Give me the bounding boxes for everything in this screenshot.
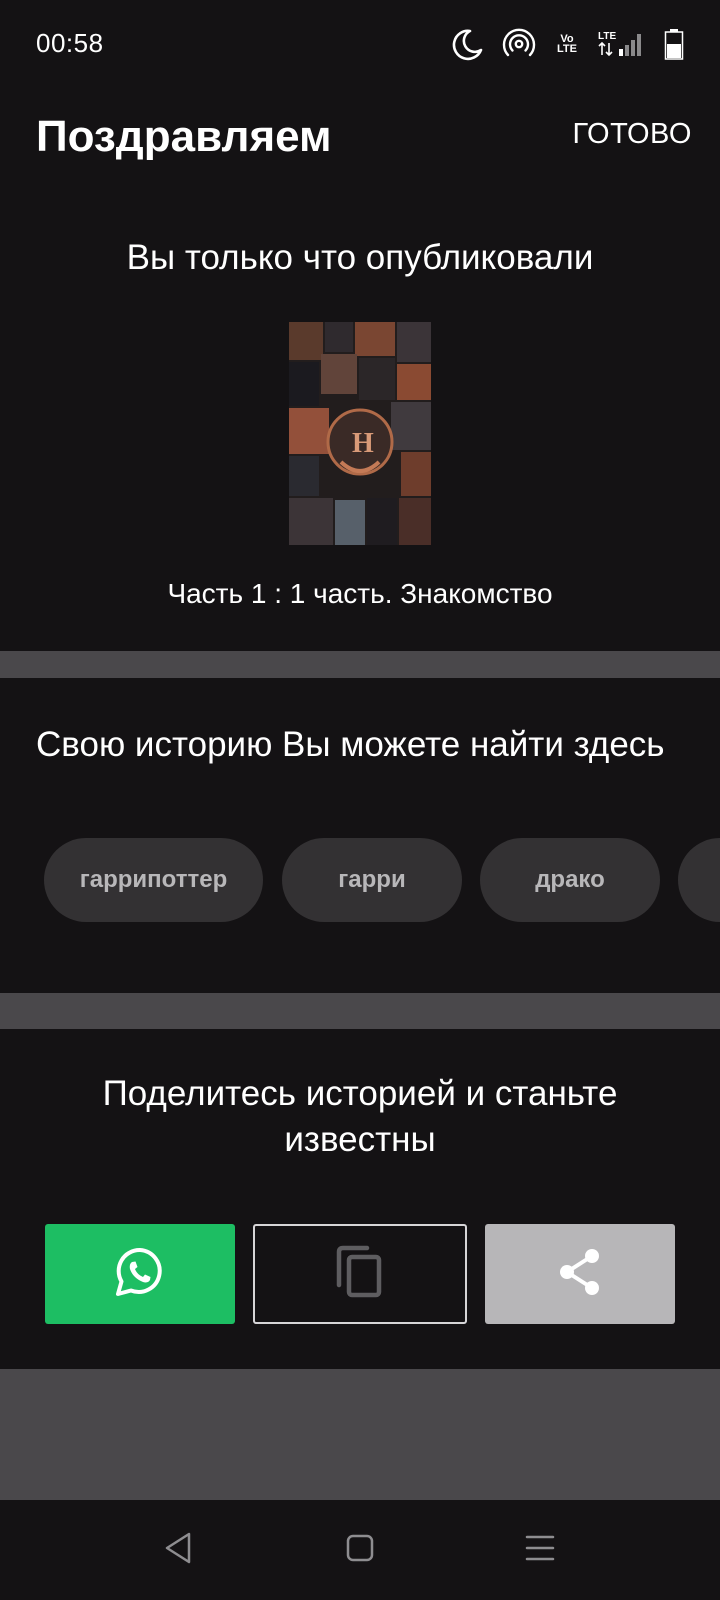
- back-icon: [163, 1531, 193, 1570]
- find-heading: Свою историю Вы можете найти здесь: [36, 725, 665, 764]
- svg-text:H: H: [352, 428, 374, 459]
- volte-icon: Vo LTE: [557, 33, 577, 55]
- story-cover-image[interactable]: H: [289, 322, 431, 545]
- cover-collage: H: [289, 322, 431, 545]
- section-divider: [0, 993, 720, 1029]
- bottom-area: [0, 1369, 720, 1500]
- done-button[interactable]: ГОТОВО: [572, 118, 692, 151]
- home-button[interactable]: [340, 1530, 380, 1570]
- navigation-bar: [0, 1500, 720, 1600]
- copy-icon: [335, 1245, 385, 1304]
- lte-signal-icon: LTE: [598, 29, 646, 59]
- status-bar: 00:58 Vo LTE LTE: [0, 0, 720, 90]
- status-time: 00:58: [36, 28, 104, 58]
- share-button[interactable]: [485, 1224, 675, 1324]
- moon-icon: [450, 27, 484, 61]
- svg-text:LTE: LTE: [598, 31, 616, 42]
- published-heading: Вы только что опубликовали: [126, 238, 594, 277]
- copy-link-button[interactable]: [253, 1224, 467, 1324]
- back-button[interactable]: [158, 1530, 198, 1570]
- tag-chip[interactable]: гарри: [282, 838, 462, 922]
- share-heading: Поделитесь историей и станьте известны: [102, 1074, 618, 1159]
- tags-row[interactable]: гаррипоттер гарри драко: [44, 838, 720, 922]
- section-divider: [0, 651, 720, 678]
- hotspot-icon: [502, 27, 536, 61]
- status-icons: Vo LTE LTE: [450, 26, 684, 62]
- tag-chip[interactable]: гаррипоттер: [44, 838, 263, 922]
- whatsapp-share-button[interactable]: [45, 1224, 235, 1324]
- whatsapp-icon: [112, 1244, 168, 1305]
- tag-chip[interactable]: драко: [480, 838, 660, 922]
- recents-icon: [524, 1533, 556, 1568]
- battery-icon: [664, 28, 684, 60]
- share-icon: [556, 1247, 604, 1302]
- recents-button[interactable]: [520, 1530, 560, 1570]
- header: Поздравляем ГОТОВО: [0, 100, 720, 180]
- page-title: Поздравляем: [36, 112, 332, 161]
- tag-chip[interactable]: [678, 838, 720, 922]
- share-buttons-row: [0, 1224, 720, 1324]
- home-icon: [345, 1533, 375, 1568]
- part-title: Часть 1 : 1 часть. Знакомство: [167, 578, 553, 609]
